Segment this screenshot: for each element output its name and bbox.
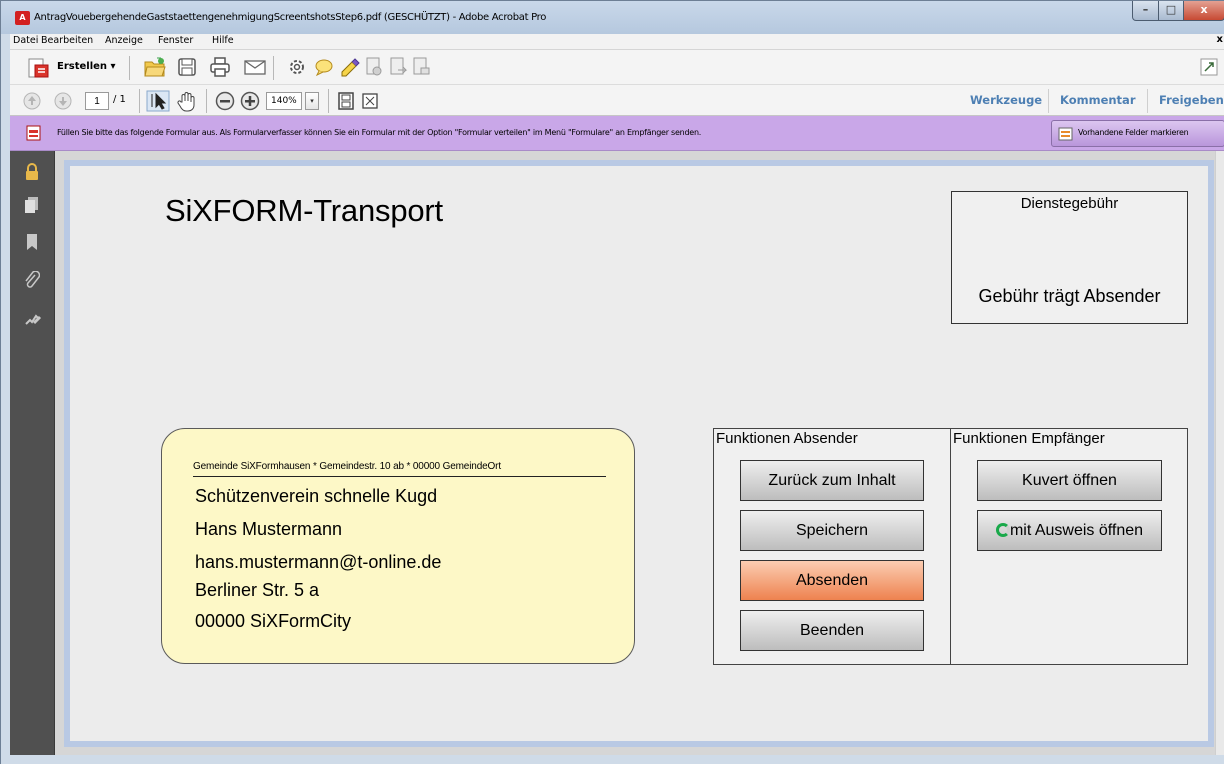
doc-send-icon[interactable] [411, 56, 431, 78]
address-divider [193, 476, 606, 477]
back-to-content-button[interactable]: Zurück zum Inhalt [740, 460, 924, 501]
previous-page-icon[interactable] [23, 92, 41, 110]
main-toolbar: Erstellen ▾ [10, 50, 1224, 85]
open-with-id-label: mit Ausweis öffnen [1009, 522, 1144, 539]
loading-spinner-icon [995, 523, 1010, 537]
service-fee-box: Dienstegebühr Gebühr trägt Absender [951, 191, 1188, 324]
menu-hilfe[interactable]: Hilfe [212, 35, 234, 46]
hand-tool-icon[interactable] [176, 90, 198, 112]
comment-panel-link[interactable]: Kommentar [1060, 93, 1136, 107]
select-tool-icon[interactable] [146, 90, 170, 112]
fit-page-icon[interactable] [336, 91, 356, 111]
toolbar-divider [206, 89, 207, 113]
acrobat-app-icon: A [15, 11, 30, 25]
form-message: Füllen Sie bitte das folgende Formular a… [57, 128, 702, 137]
navigation-toolbar: / 1 140% ▾ Werkzeuge [10, 85, 1224, 116]
fullscreen-icon[interactable] [360, 91, 380, 111]
menu-bearbeiten[interactable]: Bearbeiten [41, 35, 93, 46]
form-title: SiXFORM-Transport [165, 193, 443, 228]
toolbar-divider [129, 56, 130, 80]
menu-datei[interactable]: Datei [13, 35, 38, 46]
tools-panel-link[interactable]: Werkzeuge [970, 93, 1042, 107]
save-icon[interactable] [176, 56, 198, 78]
toolbar-divider [139, 89, 140, 113]
share-panel-link[interactable]: Freigeben [1159, 93, 1224, 107]
navigation-pane [10, 151, 55, 755]
open-envelope-button[interactable]: Kuvert öffnen [977, 460, 1162, 501]
close-window-button[interactable]: x [1183, 1, 1224, 21]
zoom-in-icon[interactable] [240, 91, 260, 111]
window-title: AntragVouebergehendeGaststaettengenehmig… [34, 12, 547, 23]
bookmarks-icon[interactable] [24, 233, 40, 251]
recipient-email[interactable]: hans.mustermann@t-online.de [195, 552, 441, 573]
next-page-icon[interactable] [54, 92, 72, 110]
create-label: Erstellen ▾ [57, 61, 116, 72]
email-icon[interactable] [243, 56, 267, 78]
doc-action-icon[interactable] [364, 56, 384, 78]
open-icon[interactable] [143, 56, 167, 78]
sender-functions-header: Funktionen Absender [716, 430, 858, 447]
toolbar-divider [273, 56, 274, 80]
receiver-functions-header: Funktionen Empfänger [953, 430, 1105, 447]
minimize-button[interactable]: – [1132, 1, 1159, 21]
print-icon[interactable] [208, 56, 232, 78]
form-icon [26, 125, 41, 141]
horizontal-scrollbar[interactable] [55, 747, 1215, 755]
doc-export-icon[interactable] [388, 56, 408, 78]
sender-return-line: Gemeinde SiXFormhausen * Gemeindestr. 10… [193, 461, 501, 472]
close-document-icon[interactable]: x [1217, 34, 1223, 45]
highlight-fields-button[interactable]: Vorhandene Felder markieren [1051, 120, 1224, 147]
menu-bar: Datei Bearbeiten Anzeige Fenster Hilfe x [10, 34, 1224, 50]
highlight-icon[interactable] [338, 56, 360, 78]
save-form-button[interactable]: Speichern [740, 510, 924, 551]
form-notification-bar: Füllen Sie bitte das folgende Formular a… [10, 116, 1224, 151]
open-with-id-button[interactable]: mit Ausweis öffnen [977, 510, 1162, 551]
zoom-out-icon[interactable] [215, 91, 235, 111]
send-button[interactable]: Absenden [740, 560, 924, 601]
toolbar-divider [328, 89, 329, 113]
page-thumbnails-icon[interactable] [24, 196, 40, 214]
service-fee-header: Dienstegebühr [1020, 195, 1119, 212]
recipient-street[interactable]: Berliner Str. 5 a [195, 580, 319, 601]
page-total: / 1 [113, 94, 126, 105]
page-number-input[interactable] [85, 92, 109, 110]
signatures-icon[interactable] [24, 311, 42, 327]
window-bottom-border [1, 755, 1224, 764]
maximize-button[interactable]: □ [1158, 1, 1184, 21]
panel-divider [1147, 89, 1148, 113]
comment-icon[interactable] [313, 56, 335, 78]
recipient-city[interactable]: 00000 SiXFormCity [195, 611, 351, 632]
expand-icon[interactable] [1200, 58, 1218, 76]
menu-anzeige[interactable]: Anzeige [105, 35, 143, 46]
menu-fenster[interactable]: Fenster [158, 35, 193, 46]
create-pdf-icon [28, 58, 49, 78]
highlight-fields-icon [1058, 127, 1073, 141]
settings-icon[interactable] [286, 56, 308, 78]
zoom-level-field[interactable]: 140% [266, 92, 302, 110]
highlight-fields-label: Vorhandene Felder markieren [1078, 128, 1189, 137]
recipient-organization[interactable]: Schützenverein schnelle Kugd [195, 486, 437, 507]
attachments-icon[interactable] [24, 271, 40, 291]
vertical-scrollbar[interactable] [1215, 151, 1224, 755]
service-fee-value: Gebühr trägt Absender [978, 286, 1161, 306]
acrobat-window: A AntragVouebergehendeGaststaettengenehm… [0, 0, 1224, 764]
recipient-name[interactable]: Hans Mustermann [195, 519, 342, 540]
quit-button[interactable]: Beenden [740, 610, 924, 651]
title-bar: A AntragVouebergehendeGaststaettengenehm… [1, 1, 1224, 34]
lock-icon[interactable] [24, 163, 40, 181]
zoom-dropdown[interactable]: ▾ [305, 92, 319, 110]
address-window: Gemeinde SiXFormhausen * Gemeindestr. 10… [161, 428, 635, 664]
panel-divider [1048, 89, 1049, 113]
